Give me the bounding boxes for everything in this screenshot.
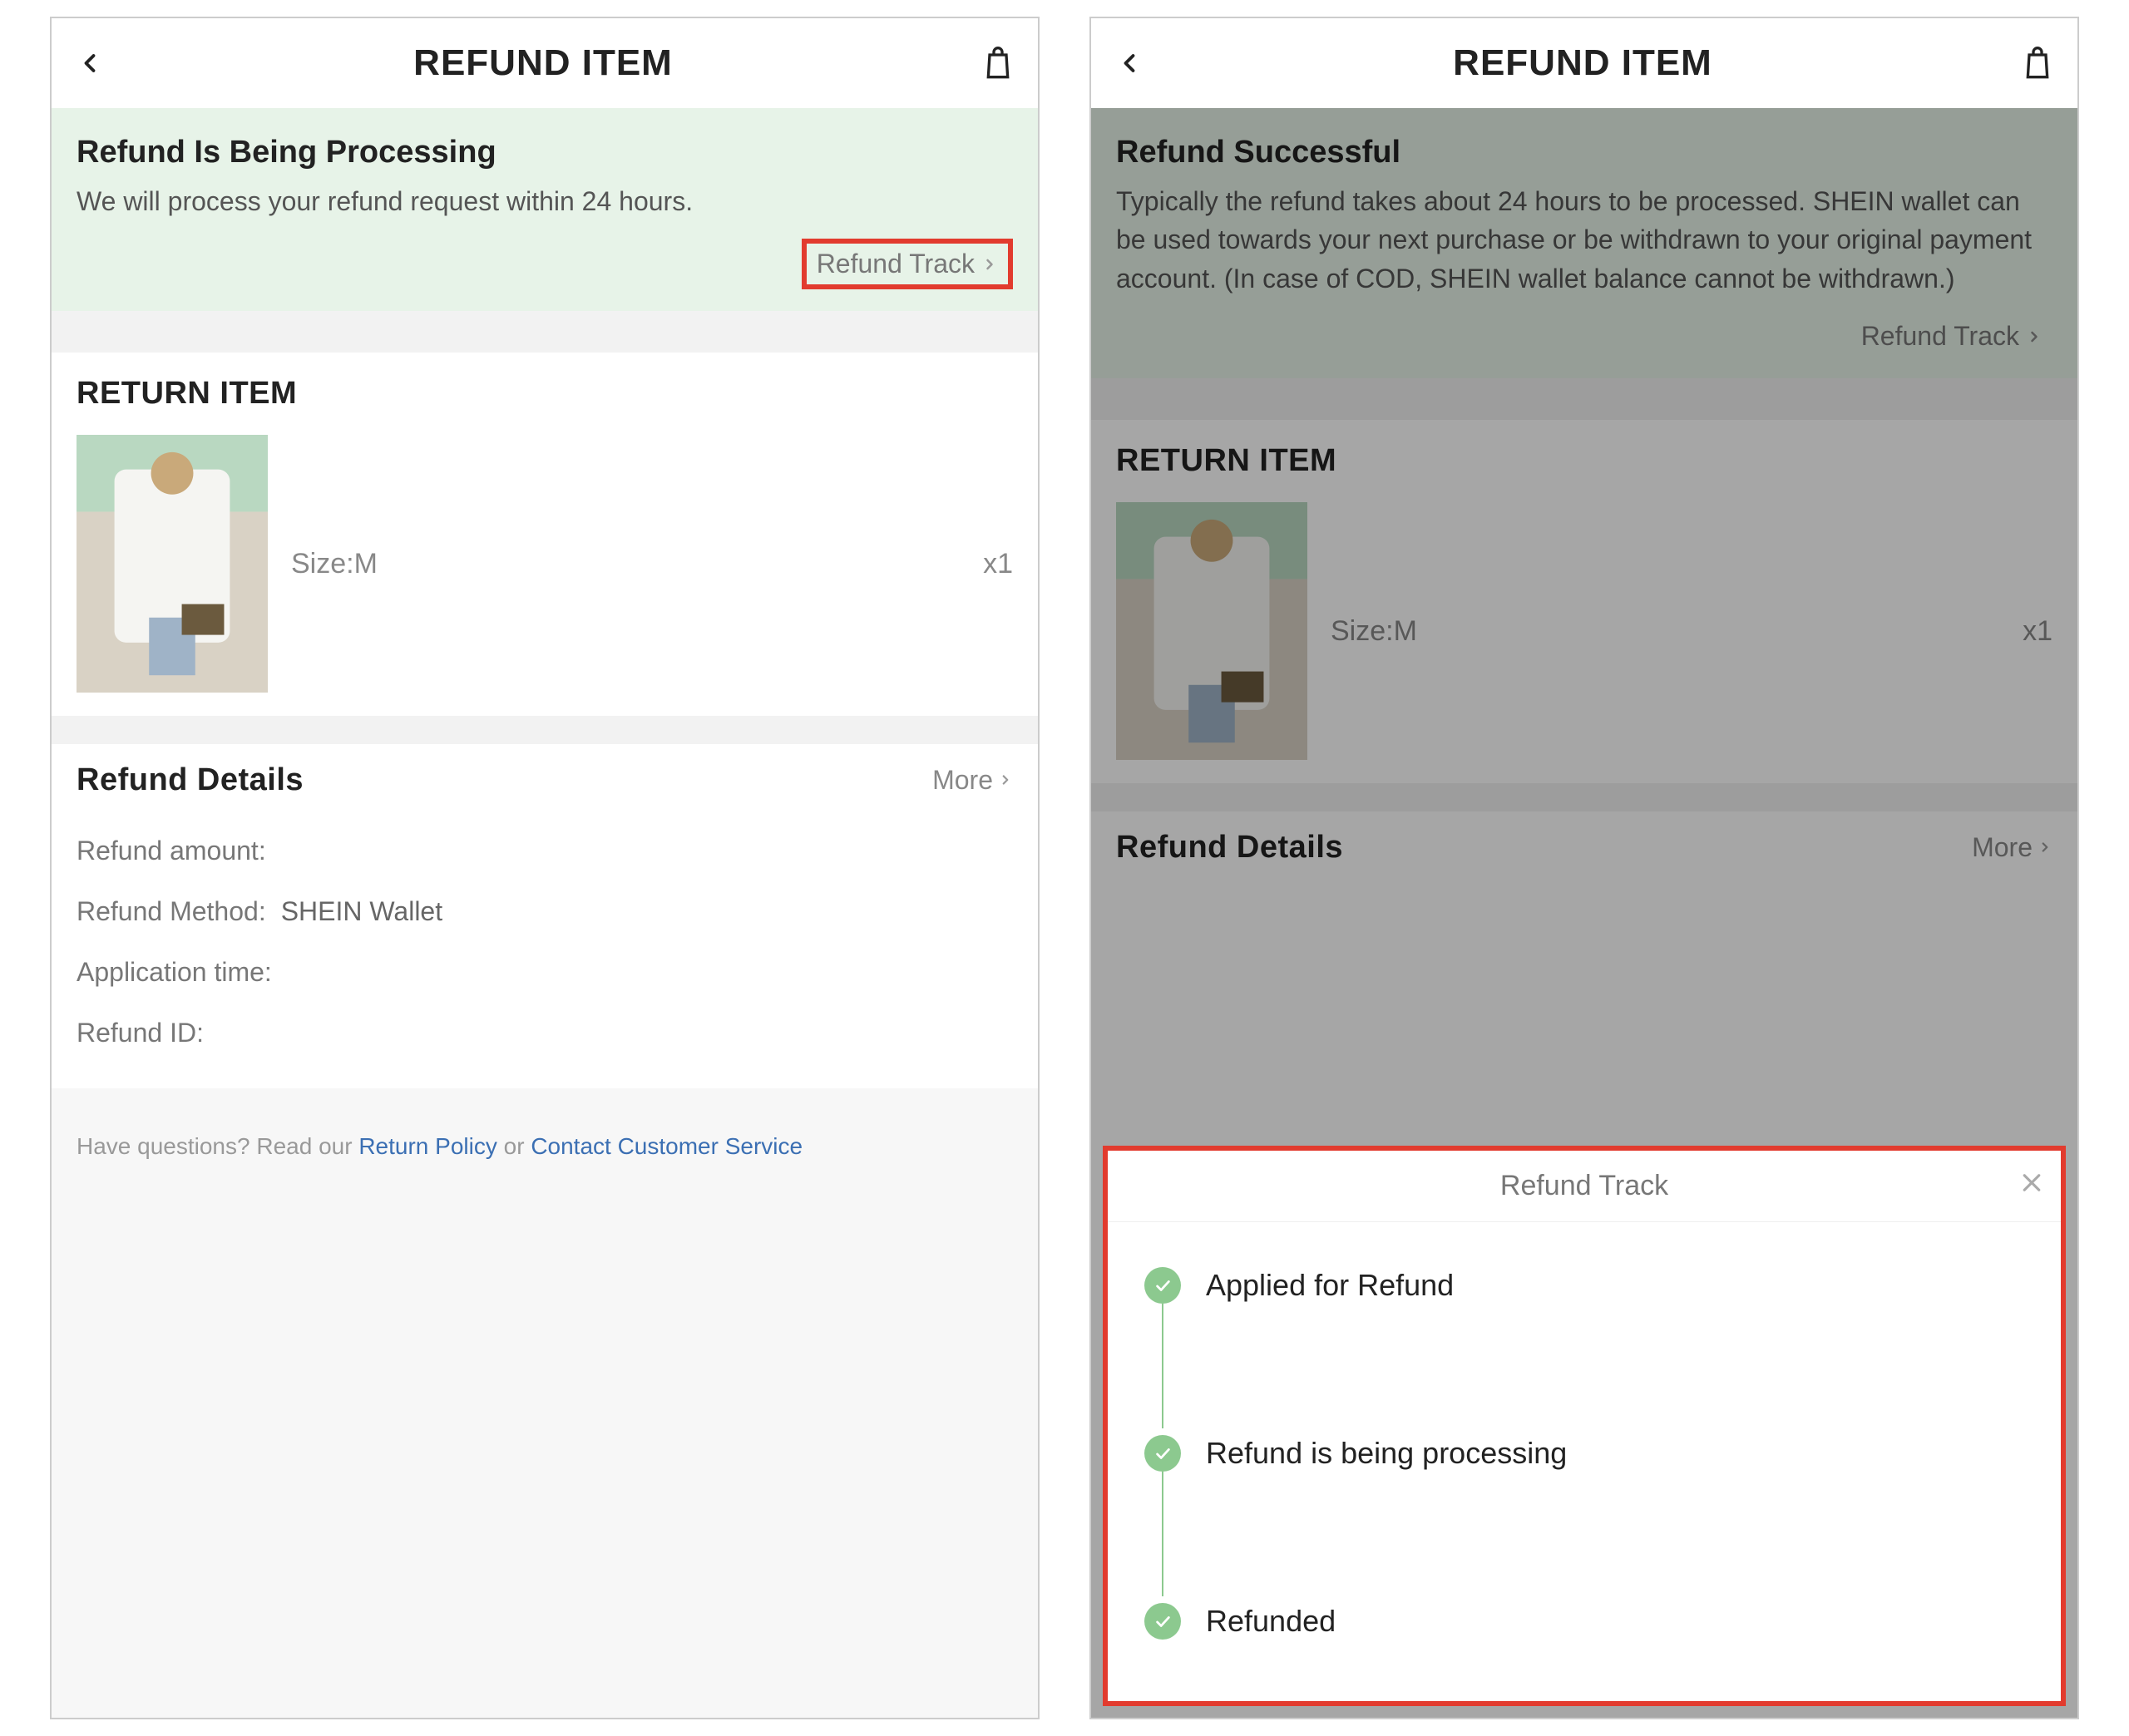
item-size: Size:M [291,548,378,580]
help-mid: or [497,1133,531,1159]
more-label: More [932,765,993,796]
item-size: Size:M [1331,615,1417,648]
phone-screen-left: REFUND ITEM Refund Is Being Processing W… [50,17,1040,1719]
page-title: REFUND ITEM [413,42,673,84]
track-step-label: Applied for Refund [1206,1268,1454,1303]
detail-label: Application time: [77,957,272,988]
banner-title: Refund Successful [1116,135,2052,170]
status-banner: Refund Is Being Processing We will proce… [52,108,1038,311]
check-circle-icon [1144,1435,1181,1472]
section-divider [52,716,1038,744]
shopping-bag-icon[interactable] [981,45,1015,81]
product-thumbnail [1116,502,1307,760]
return-item-row: Size:M x1 [77,435,1013,693]
detail-label: Refund ID: [77,1018,204,1048]
track-connector [1162,1472,1163,1596]
back-icon[interactable] [1114,48,1144,78]
check-circle-icon [1144,1603,1181,1640]
item-meta: Size:M x1 [291,548,1013,580]
chevron-right-icon [2038,836,2052,858]
banner-title: Refund Is Being Processing [77,135,1013,170]
track-step-label: Refund is being processing [1206,1436,1567,1471]
section-divider [1091,783,2077,811]
refund-track-link[interactable]: Refund Track [1851,316,2052,357]
detail-row-id: Refund ID: [77,1003,1013,1063]
detail-row-method: Refund Method: SHEIN Wallet [77,881,1013,942]
page-title: REFUND ITEM [1453,42,1712,84]
help-footer: Have questions? Read our Return Policy o… [52,1088,1038,1718]
detail-value: SHEIN Wallet [281,896,442,927]
chevron-right-icon [2026,325,2043,348]
track-steps-list: Applied for Refund Refund is being proce… [1108,1222,2061,1701]
shopping-bag-icon[interactable] [2021,45,2054,81]
item-meta: Size:M x1 [1331,615,2052,648]
refund-track-label: Refund Track [1861,321,2019,352]
refund-details-list: Refund amount: Refund Method: SHEIN Wall… [52,816,1038,1088]
item-qty: x1 [2023,615,2052,648]
refund-track-row: Refund Track [77,239,1013,289]
sheet-header: Refund Track [1108,1151,2061,1222]
chevron-right-icon [981,253,998,276]
return-policy-link[interactable]: Return Policy [358,1133,497,1159]
more-label: More [1972,832,2033,863]
more-link[interactable]: More [932,765,1013,796]
refund-details-title: Refund Details [77,762,304,798]
check-circle-icon [1144,1267,1181,1304]
refund-track-label: Refund Track [817,249,975,279]
more-link[interactable]: More [1972,832,2052,863]
detail-row-apptime: Application time: [77,942,1013,1003]
top-bar: REFUND ITEM [52,18,1038,108]
detail-label: Refund amount: [77,836,266,866]
banner-description: We will process your refund request with… [77,182,1013,220]
return-item-title: RETURN ITEM [1116,443,2052,479]
track-step: Refunded [1144,1591,2024,1651]
refund-track-row: Refund Track [1116,316,2052,357]
close-icon[interactable] [2019,1170,2044,1202]
refund-details-header: Refund Details More [52,744,1038,816]
back-icon[interactable] [75,48,105,78]
detail-row-amount: Refund amount: [77,821,1013,881]
return-item-row: Size:M x1 [1116,502,2052,760]
return-item-section: RETURN ITEM Size:M x1 [1091,420,2077,783]
phone-screen-right: REFUND ITEM Refund Successful Typically … [1089,17,2079,1719]
track-connector [1162,1304,1163,1428]
sheet-title: Refund Track [1500,1170,1668,1202]
top-bar: REFUND ITEM [1091,18,2077,108]
refund-details-header: Refund Details More [1091,811,2077,883]
track-step-label: Refunded [1206,1604,1336,1639]
refund-track-sheet: Refund Track Applied for Refund Refund i… [1103,1146,2066,1706]
section-divider [52,311,1038,353]
track-step: Applied for Refund [1144,1255,2024,1315]
item-qty: x1 [983,548,1013,580]
section-divider [1091,378,2077,420]
contact-service-link[interactable]: Contact Customer Service [531,1133,803,1159]
detail-label: Refund Method: [77,896,266,927]
help-prefix: Have questions? Read our [77,1133,358,1159]
banner-description: Typically the refund takes about 24 hour… [1116,182,2052,298]
return-item-title: RETURN ITEM [77,376,1013,412]
product-thumbnail [77,435,268,693]
return-item-section: RETURN ITEM Size:M x1 [52,353,1038,716]
track-step: Refund is being processing [1144,1423,2024,1483]
refund-track-link[interactable]: Refund Track [802,239,1013,289]
status-banner: Refund Successful Typically the refund t… [1091,108,2077,378]
refund-details-title: Refund Details [1116,830,1343,866]
chevron-right-icon [998,769,1013,791]
